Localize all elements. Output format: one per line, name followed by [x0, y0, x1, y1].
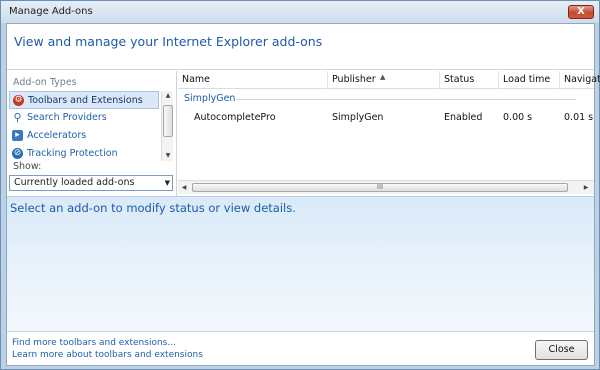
group-divider [236, 99, 576, 100]
window-title: Manage Add-ons [9, 6, 93, 17]
find-more-toolbars-link[interactable]: Find more toolbars and extensions... [12, 338, 176, 348]
no-tracking-icon: ⊘ [12, 148, 23, 159]
toolbar-gear-icon: ⚙ [13, 95, 24, 106]
cell-status: Enabled [444, 112, 483, 123]
column-header-load-time[interactable]: Load time [499, 71, 560, 89]
column-header-publisher[interactable]: Publisher ▲ [328, 71, 440, 89]
addon-types-label: Add-on Types [13, 77, 77, 88]
column-header-status[interactable]: Status [440, 71, 499, 89]
show-label: Show: [13, 161, 42, 172]
column-header-label: Publisher [332, 74, 376, 85]
table-horizontal-scrollbar[interactable]: ◀ III ▶ [178, 180, 594, 194]
show-dropdown[interactable]: Currently loaded add-ons ▼ [9, 175, 173, 191]
cell-publisher: SimplyGen [332, 112, 384, 123]
type-item-label: Toolbars and Extensions [28, 95, 143, 106]
learn-more-toolbars-link[interactable]: Learn more about toolbars and extensions [12, 350, 203, 360]
type-item-search-providers[interactable]: ⚲ Search Providers [9, 109, 159, 127]
show-dropdown-value: Currently loaded add-ons [14, 177, 135, 188]
dialog-client-area: View and manage your Internet Explorer a… [6, 23, 600, 366]
type-item-accelerators[interactable]: ▸ Accelerators [9, 127, 159, 145]
dialog-header: View and manage your Internet Explorer a… [7, 24, 594, 70]
window-close-button[interactable]: X [568, 5, 594, 19]
type-item-label: Search Providers [27, 112, 107, 123]
title-bar[interactable]: Manage Add-ons X [1, 1, 599, 23]
table-row[interactable]: AutocompletePro SimplyGen Enabled 0.00 s… [178, 109, 594, 127]
type-item-tracking-protection[interactable]: ⊘ Tracking Protection [9, 145, 159, 161]
addon-types-scrollbar[interactable]: ▲ ▼ [161, 91, 173, 161]
type-item-toolbars-extensions[interactable]: ⚙ Toolbars and Extensions [9, 91, 159, 109]
header-text: View and manage your Internet Explorer a… [14, 34, 323, 49]
column-header-name[interactable]: Name [178, 71, 328, 89]
manage-addons-window: Manage Add-ons X View and manage your In… [0, 0, 600, 370]
details-pane: Select an add-on to modify status or vie… [7, 196, 594, 331]
addon-types-list: ⚙ Toolbars and Extensions ⚲ Search Provi… [9, 91, 159, 161]
group-header-publisher: SimplyGen [184, 93, 236, 104]
cell-name: AutocompletePro [194, 112, 276, 123]
addon-types-panel: Add-on Types ⚙ Toolbars and Extensions ⚲… [7, 71, 177, 196]
cell-load-time: 0.00 s [503, 112, 533, 123]
cell-navigation: 0.01 s [564, 112, 594, 123]
scroll-up-icon[interactable]: ▲ [162, 91, 174, 101]
sort-ascending-icon: ▲ [380, 73, 386, 81]
scrollbar-thumb[interactable]: III [192, 183, 568, 192]
column-header-navigation[interactable]: Navigati [560, 71, 600, 89]
scroll-right-icon[interactable]: ▶ [580, 181, 592, 195]
dialog-footer: Find more toolbars and extensions... Lea… [7, 331, 594, 365]
addons-table: Name Publisher ▲ Status Load time Naviga… [178, 71, 600, 196]
chevron-down-icon: ▼ [164, 179, 170, 187]
type-item-label: Accelerators [27, 130, 87, 141]
accelerator-icon: ▸ [12, 130, 23, 141]
close-button[interactable]: Close [535, 340, 588, 360]
scroll-down-icon[interactable]: ▼ [162, 151, 174, 161]
details-prompt: Select an add-on to modify status or vie… [10, 201, 296, 215]
column-headers: Name Publisher ▲ Status Load time Naviga… [178, 71, 600, 89]
search-icon: ⚲ [13, 111, 22, 124]
scrollbar-thumb[interactable] [163, 105, 173, 137]
scroll-left-icon[interactable]: ◀ [178, 181, 190, 195]
type-item-label: Tracking Protection [27, 148, 118, 159]
